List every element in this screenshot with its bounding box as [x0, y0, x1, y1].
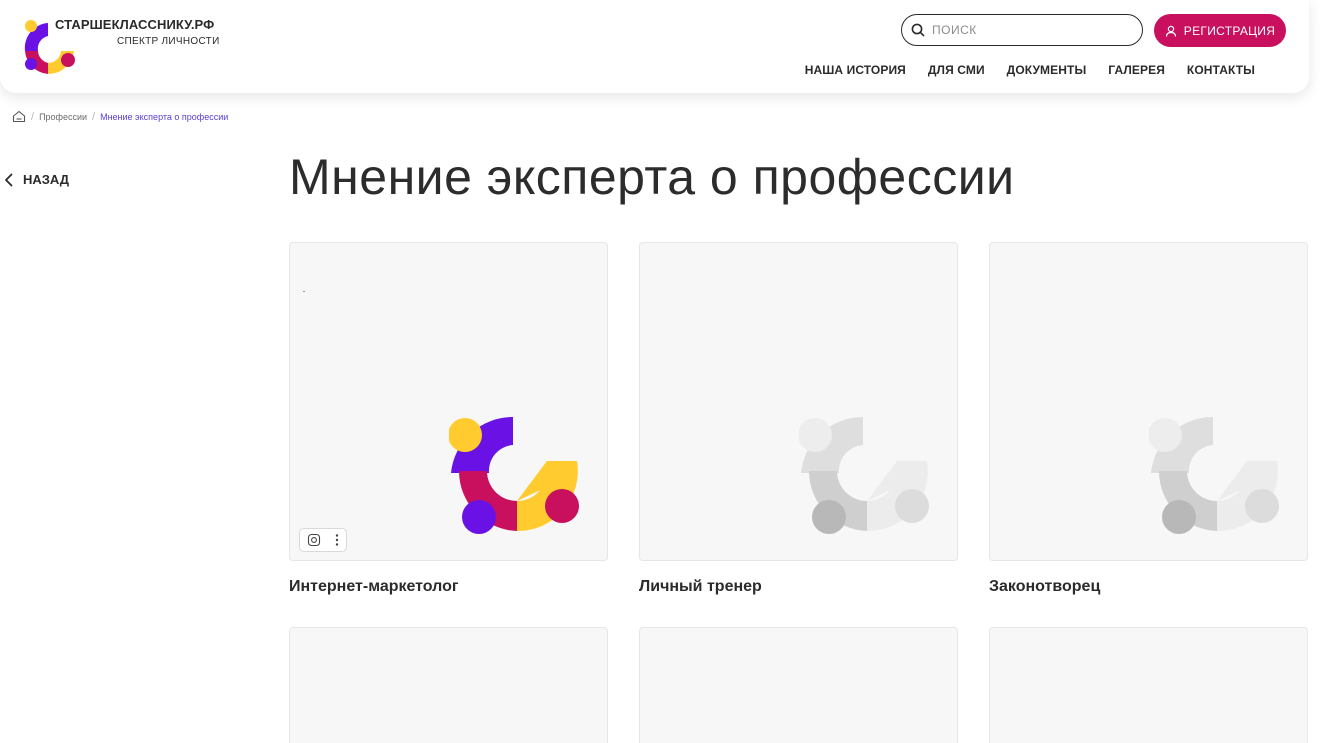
- chevron-left-icon: [5, 173, 13, 186]
- card-image[interactable]: [989, 627, 1308, 743]
- main-nav: НАША ИСТОРИЯ ДЛЯ СМИ ДОКУМЕНТЫ ГАЛЕРЕЯ К…: [805, 63, 1255, 77]
- breadcrumb: / Профессии / Мнение эксперта о професси…: [12, 110, 228, 123]
- more-vertical-icon[interactable]: [335, 533, 339, 547]
- back-label: НАЗАД: [23, 172, 70, 187]
- card-title[interactable]: Интернет-маркетолог: [289, 578, 608, 596]
- nav-documents[interactable]: ДОКУМЕНТЫ: [1007, 63, 1087, 77]
- search-box[interactable]: [901, 14, 1143, 46]
- search-input[interactable]: [932, 23, 1132, 37]
- card-image[interactable]: [289, 627, 608, 743]
- image-toolbar: [299, 528, 347, 552]
- profession-card[interactable]: Законотворец: [989, 242, 1308, 596]
- card-title[interactable]: Законотворец: [989, 578, 1308, 596]
- nav-contacts[interactable]: КОНТАКТЫ: [1187, 63, 1255, 77]
- register-button[interactable]: РЕГИСТРАЦИЯ: [1154, 14, 1286, 47]
- nav-our-history[interactable]: НАША ИСТОРИЯ: [805, 63, 906, 77]
- breadcrumb-current: Мнение эксперта о профессии: [100, 111, 229, 122]
- logo-mark-image: [449, 416, 579, 534]
- register-label: РЕГИСТРАЦИЯ: [1183, 23, 1276, 38]
- lens-icon[interactable]: [307, 533, 321, 547]
- profession-card[interactable]: [289, 627, 608, 743]
- profession-card[interactable]: [639, 627, 958, 743]
- breadcrumb-separator: /: [31, 110, 35, 123]
- user-icon: [1165, 25, 1176, 37]
- brand-name[interactable]: СТАРШЕКЛАССНИКУ.РФ: [55, 17, 214, 32]
- search-icon: [911, 23, 925, 37]
- profession-card[interactable]: [989, 627, 1308, 743]
- card-title[interactable]: Личный тренер: [639, 578, 958, 596]
- logo-mark-placeholder: [799, 416, 929, 534]
- brand-subtitle: СПЕКТР ЛИЧНОСТИ: [117, 36, 220, 47]
- logo-mark-placeholder: [1149, 416, 1279, 534]
- nav-gallery[interactable]: ГАЛЕРЕЯ: [1108, 63, 1165, 77]
- card-image[interactable]: [639, 242, 958, 561]
- profession-card[interactable]: Интернет-маркетолог: [289, 242, 608, 596]
- back-button[interactable]: НАЗАД: [4, 172, 69, 187]
- card-image[interactable]: [289, 242, 608, 561]
- home-icon[interactable]: [12, 110, 26, 123]
- card-image[interactable]: [639, 627, 958, 743]
- breadcrumb-professions[interactable]: Профессии: [39, 112, 87, 122]
- profession-card[interactable]: Личный тренер: [639, 242, 958, 596]
- breadcrumb-separator: /: [92, 110, 96, 123]
- card-image[interactable]: [989, 242, 1308, 561]
- nav-for-media[interactable]: ДЛЯ СМИ: [928, 63, 985, 77]
- page-title: Мнение эксперта о профессии: [289, 149, 1015, 205]
- site-header: СТАРШЕКЛАССНИКУ.РФ СПЕКТР ЛИЧНОСТИ РЕГИС…: [0, 0, 1309, 93]
